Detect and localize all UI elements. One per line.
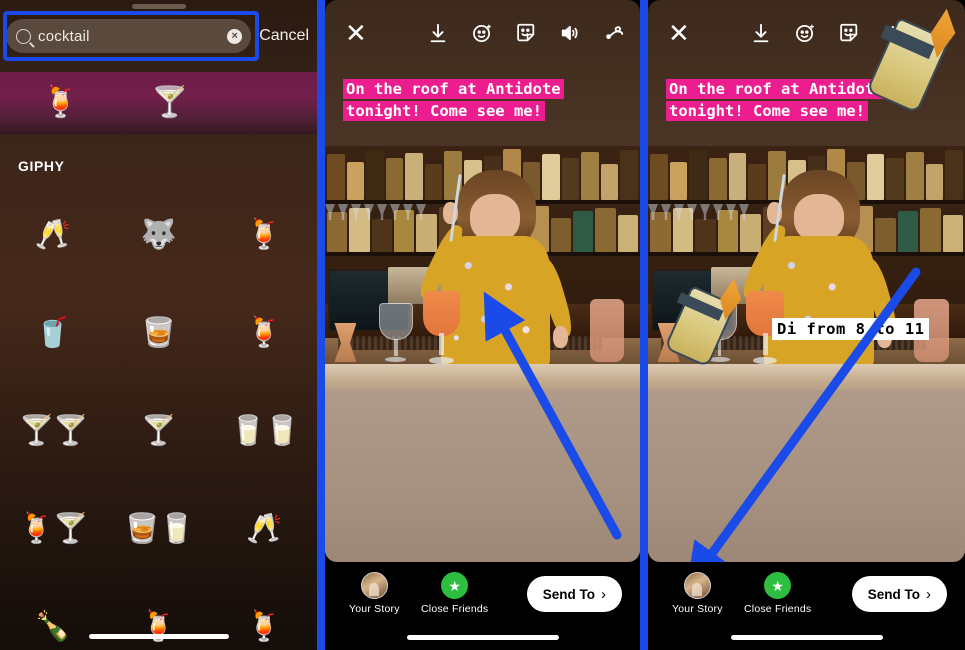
sticker-row: 🍹🍸 🥃🥛 🥂 — [0, 480, 317, 578]
sticker-cell[interactable]: 🥃🥛 — [106, 514, 212, 544]
effects-face-icon[interactable] — [471, 22, 493, 44]
search-value: cocktail — [38, 27, 90, 45]
editor-toolbar: ✕ — [325, 12, 640, 54]
home-indicator — [730, 635, 883, 640]
send-to-label: Send To — [542, 586, 595, 602]
your-story-button[interactable]: Your Story — [349, 572, 400, 615]
emoji-result[interactable]: 🍹 — [42, 88, 79, 118]
close-friends-button[interactable]: ★ Close Friends — [744, 572, 811, 615]
close-friends-label: Close Friends — [744, 603, 812, 615]
search-icon — [16, 28, 31, 44]
sticker-tray-sheet: cocktail × Cancel 🍹 🍸 GIPHY 🥂 🐺 🍹 🥤 🥃 🍹 … — [0, 0, 317, 650]
avatar — [683, 572, 711, 599]
banner-line-1: On the roof at Antidote — [666, 79, 887, 99]
story-lower-fade — [648, 390, 965, 562]
panel-divider — [640, 0, 648, 650]
search-input[interactable]: cocktail × — [6, 19, 252, 53]
star-icon: ★ — [764, 572, 792, 599]
close-friends-label: Close Friends — [421, 603, 489, 615]
story-canvas[interactable]: ✕ On the roof at Antidote tonight! Come … — [648, 0, 965, 562]
sticker-row: 🍸🍸 🍸 🥛🥛 — [0, 382, 317, 480]
banner-line-2: tonight! Come see me! — [666, 101, 868, 122]
avatar — [360, 572, 388, 599]
close-icon[interactable]: ✕ — [345, 20, 367, 46]
sticker-cell[interactable]: 🥃 — [106, 318, 212, 348]
placed-cocktail-sticker[interactable] — [664, 278, 738, 368]
clear-search-icon[interactable]: × — [227, 28, 243, 44]
sticker-row: 🥤 🥃 🍹 — [0, 284, 317, 382]
sticker-cell[interactable]: 🍹 — [211, 220, 317, 250]
chevron-right-icon: › — [926, 585, 931, 603]
send-to-label: Send To — [867, 586, 920, 602]
banner-line-1: On the roof at Antidote — [343, 79, 564, 99]
panel-sticker-tray: cocktail × Cancel 🍹 🍸 GIPHY 🥂 🐺 🍹 🥤 🥃 🍹 … — [0, 0, 317, 650]
sticker-cell[interactable]: 🥂 — [0, 220, 106, 250]
close-icon[interactable]: ✕ — [668, 20, 690, 46]
story-text-banner[interactable]: On the roof at Antidote tonight! Come se… — [666, 78, 887, 123]
giphy-sticker-grid: 🥂 🐺 🍹 🥤 🥃 🍹 🍸🍸 🍸 🥛🥛 🍹🍸 🥃🥛 🥂 🍾 🍹 🍹 — [0, 186, 317, 650]
emoji-result[interactable]: 🍸 — [151, 88, 188, 118]
giphy-section-header: GIPHY — [18, 158, 65, 174]
sticker-row: 🍾 🍹 🍹 — [0, 578, 317, 650]
story-action-bar: Your Story ★ Close Friends Send To › — [648, 562, 965, 650]
close-friends-button[interactable]: ★ Close Friends — [421, 572, 488, 615]
draw-icon[interactable] — [603, 22, 627, 44]
cancel-button[interactable]: Cancel — [259, 27, 311, 45]
sticker-cell[interactable]: 🍹🍸 — [0, 514, 106, 544]
story-lower-fade — [325, 390, 640, 562]
sheet-grabber[interactable] — [131, 4, 186, 9]
your-story-button[interactable]: Your Story — [672, 572, 723, 615]
audio-icon[interactable] — [559, 22, 581, 44]
sticker-cell[interactable]: 🥤 — [0, 318, 106, 348]
sticker-cell[interactable]: 🍸 — [106, 416, 212, 446]
panel-story-editor-before: ✕ On the roof at Antidote tonight! Come … — [325, 0, 640, 650]
panel-story-editor-after: ✕ On the roof at Antidote tonight! Come … — [648, 0, 965, 650]
home-indicator — [88, 634, 229, 639]
send-to-button[interactable]: Send To › — [526, 576, 622, 612]
send-to-button[interactable]: Send To › — [851, 576, 947, 612]
dragged-cocktail-sticker[interactable] — [865, 8, 952, 114]
sticker-cell[interactable]: 🥂 — [211, 514, 317, 544]
sticker-cell[interactable]: 🍸🍸 — [0, 416, 106, 446]
story-action-bar: Your Story ★ Close Friends Send To › — [325, 562, 640, 650]
sticker-icon[interactable] — [838, 22, 860, 44]
screenshot-stage: cocktail × Cancel 🍹 🍸 GIPHY 🥂 🐺 🍹 🥤 🥃 🍹 … — [0, 0, 965, 650]
star-icon: ★ — [441, 572, 469, 599]
download-icon[interactable] — [427, 22, 449, 44]
effects-face-icon[interactable] — [794, 22, 816, 44]
your-story-label: Your Story — [672, 603, 723, 615]
sticker-cell[interactable]: 🍹 — [211, 318, 317, 348]
home-indicator — [406, 635, 559, 640]
sticker-cell[interactable]: 🥛🥛 — [211, 416, 317, 446]
search-row: cocktail × Cancel — [6, 14, 311, 58]
story-photo — [325, 146, 640, 390]
sticker-icon[interactable] — [515, 22, 537, 44]
chevron-right-icon: › — [601, 585, 606, 603]
sticker-cell[interactable]: 🐺 — [106, 220, 212, 250]
sticker-row: 🥂 🐺 🍹 — [0, 186, 317, 284]
panel-divider — [317, 0, 325, 650]
story-text-banner[interactable]: On the roof at Antidote tonight! Come se… — [343, 78, 564, 123]
download-icon[interactable] — [750, 22, 772, 44]
emoji-suggestion-row: 🍹 🍸 — [0, 72, 317, 134]
your-story-label: Your Story — [349, 603, 400, 615]
caption-sticker[interactable]: Di from 8 to 11 — [772, 318, 930, 340]
story-canvas[interactable]: ✕ On the roof at Antidote tonight! Come … — [325, 0, 640, 562]
banner-line-2: tonight! Come see me! — [343, 101, 545, 122]
